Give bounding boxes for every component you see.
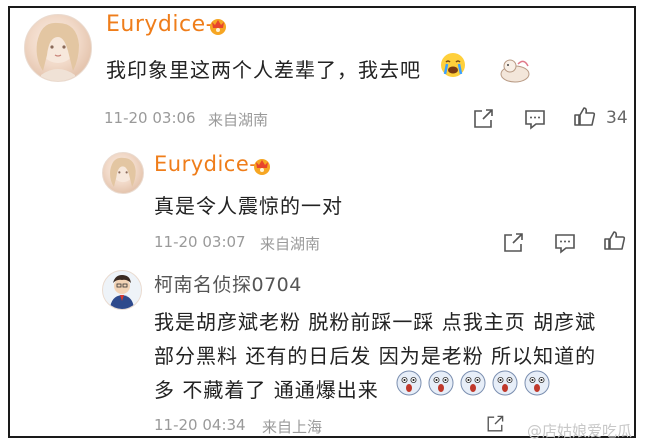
comment-panel: Eurydice- 我印象里这两个人差辈了，我去吧 11-20 03:06 来自… — [8, 6, 636, 438]
scream-emoji-icon — [460, 370, 486, 396]
username[interactable]: Eurydice- — [154, 152, 257, 176]
scream-emoji-icon — [524, 370, 550, 396]
comment-icon[interactable] — [552, 230, 578, 256]
scream-emoji-icon — [396, 370, 422, 396]
like-icon[interactable] — [602, 228, 628, 254]
vip-crown-badge-icon — [252, 156, 272, 176]
watermark: @店姑娘爱吃瓜 — [526, 422, 632, 440]
username[interactable]: 柯南名侦探0704 — [154, 270, 302, 297]
avatar[interactable] — [24, 14, 92, 82]
comment-time: 11-20 03:07 — [154, 233, 246, 251]
comment-text: 我印象里这两个人差辈了，我去吧 — [106, 58, 421, 82]
share-icon[interactable] — [470, 106, 496, 132]
comment-text-line: 我是胡彦斌老粉 脱粉前踩一踩 点我主页 胡彦斌 — [154, 310, 597, 334]
share-icon[interactable] — [500, 230, 526, 256]
comment-location: 来自湖南 — [260, 235, 321, 253]
comment-location: 来自湖南 — [208, 111, 269, 129]
avatar[interactable] — [102, 270, 142, 310]
username[interactable]: Eurydice- — [106, 12, 214, 37]
scream-emoji-icon — [492, 370, 518, 396]
like-count: 34 — [606, 108, 628, 128]
comment-location: 来自上海 — [262, 418, 323, 436]
comment-time: 11-20 03:06 — [104, 109, 196, 127]
comment-time: 11-20 04:34 — [154, 416, 246, 434]
comment-text-line: 部分黑料 还有的日后发 因为是老粉 所以知道的 — [154, 344, 597, 368]
sticker-icon — [498, 54, 532, 84]
comment-icon[interactable] — [522, 106, 548, 132]
crying-emoji-icon — [440, 52, 466, 78]
scream-emoji-icon — [428, 370, 454, 396]
like-icon[interactable] — [572, 104, 598, 130]
share-icon[interactable] — [484, 413, 506, 435]
avatar[interactable] — [102, 152, 144, 194]
vip-crown-badge-icon — [208, 16, 228, 36]
comment-text: 真是令人震惊的一对 — [154, 194, 343, 218]
comment-text-line: 多 不藏着了 通通爆出来 — [154, 378, 379, 402]
